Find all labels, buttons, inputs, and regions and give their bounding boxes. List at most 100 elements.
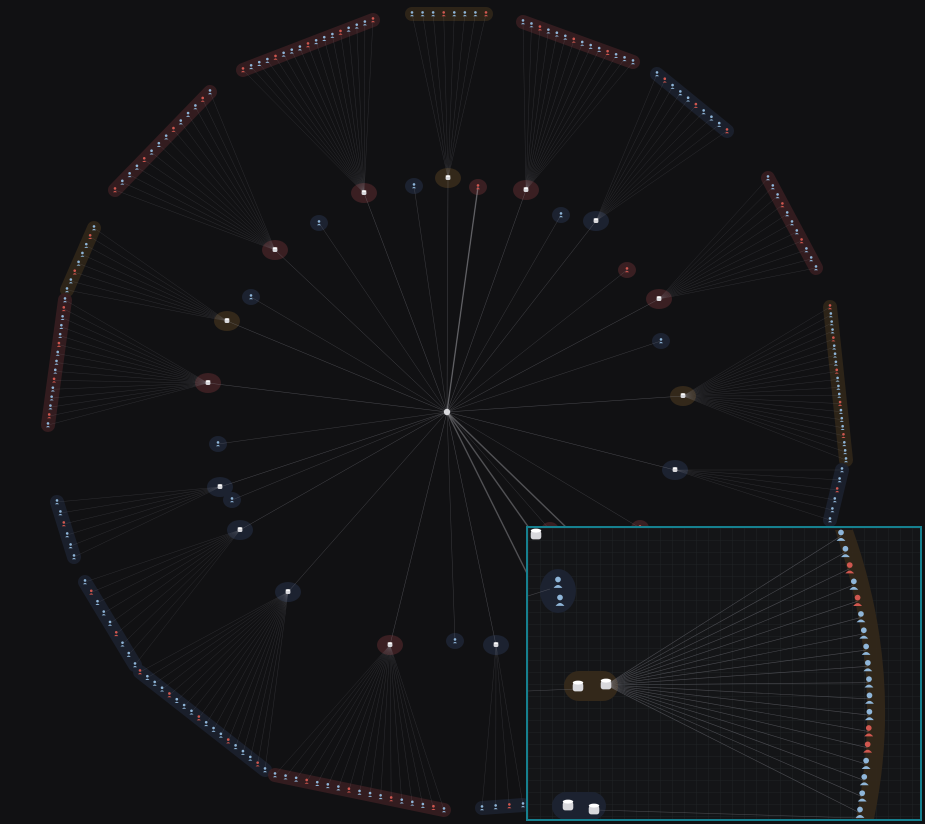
leaf-edge: [348, 644, 391, 791]
leaf-edge: [78, 263, 228, 322]
hub-edge: [446, 189, 527, 413]
database-icon[interactable]: [562, 799, 574, 811]
database-icon[interactable]: [523, 187, 529, 192]
leaf-edge: [51, 382, 209, 399]
leaf-group-band: [236, 12, 381, 77]
hub-edge: [446, 395, 684, 413]
leaf-edge: [682, 395, 845, 445]
leaf-group-band: [133, 664, 272, 778]
leaf-edge: [658, 204, 783, 300]
database-icon[interactable]: [588, 803, 600, 815]
leaf-edge: [447, 13, 455, 179]
hub-edge: [363, 192, 448, 413]
database-icon[interactable]: [656, 296, 662, 301]
leaf-edge: [191, 591, 289, 713]
hub-edge: [446, 214, 562, 413]
minimap-panel[interactable]: [526, 526, 922, 821]
hub-edge: [446, 298, 660, 413]
database-icon[interactable]: [224, 318, 230, 323]
leaf-edge: [682, 395, 841, 412]
database-icon[interactable]: [237, 527, 243, 532]
minimap-satellite-halo: [540, 569, 576, 613]
database-icon[interactable]: [272, 247, 278, 252]
leaf-edge: [525, 31, 549, 191]
leaf-edge: [658, 222, 793, 300]
leaf-edge: [317, 644, 391, 784]
hub-edge: [446, 411, 551, 531]
leaf-edge: [63, 308, 209, 384]
leaf-edge: [209, 91, 276, 251]
leaf-edge: [176, 591, 289, 701]
leaf-edge: [74, 272, 228, 322]
database-icon[interactable]: [680, 393, 686, 398]
leaf-edge: [522, 21, 527, 191]
leaf-edge: [158, 144, 276, 251]
leaf-edge: [363, 23, 366, 194]
leaf-edge: [674, 469, 835, 501]
leaf-edge: [144, 159, 276, 251]
server-icon[interactable]: [443, 408, 451, 416]
leaf-edge: [109, 529, 241, 624]
leaf-edge: [595, 80, 665, 222]
leaf-edge: [90, 236, 228, 322]
leaf-edge: [180, 122, 276, 251]
database-icon[interactable]: [672, 467, 678, 472]
leaf-edge: [682, 395, 846, 453]
leaf-edge: [103, 529, 241, 614]
minimap-canvas[interactable]: [528, 528, 920, 819]
hub-edge: [446, 269, 628, 413]
leaf-edge: [447, 13, 476, 179]
database-icon[interactable]: [205, 380, 211, 385]
database-icon[interactable]: [387, 642, 393, 647]
hub-edge: [226, 320, 448, 413]
leaf-edge: [228, 591, 289, 742]
leaf-edge: [674, 469, 838, 491]
leaf-edge: [658, 240, 802, 300]
leaf-edge: [595, 130, 728, 222]
leaf-edge: [332, 35, 365, 194]
database-icon[interactable]: [600, 678, 612, 690]
leaf-edge: [658, 186, 773, 300]
leaf-edge: [674, 469, 833, 511]
leaf-edge: [447, 13, 487, 179]
leaf-edge: [213, 591, 289, 730]
database-icon[interactable]: [493, 642, 499, 647]
leaf-group-band: [405, 7, 493, 21]
leaf-edge: [495, 644, 524, 806]
leaf-edge: [525, 37, 566, 191]
leaf-edge: [166, 137, 276, 251]
leaf-edge: [363, 19, 374, 194]
database-icon[interactable]: [593, 218, 599, 223]
leaf-edge: [525, 55, 617, 191]
hub-edge: [250, 296, 448, 413]
database-icon[interactable]: [530, 528, 542, 540]
leaf-edge: [682, 395, 847, 461]
leaf-group-band: [823, 462, 850, 527]
leaf-edge: [264, 591, 289, 771]
leaf-edge: [206, 591, 289, 724]
leaf-edge: [682, 355, 836, 397]
leaf-edge: [682, 339, 834, 397]
leaf-edge: [173, 129, 276, 251]
database-icon[interactable]: [217, 484, 223, 489]
leaf-edge: [202, 99, 276, 251]
leaf-edge: [595, 99, 689, 222]
leaf-edge: [114, 189, 276, 251]
hub-edge: [231, 411, 448, 501]
leaf-edge: [63, 486, 221, 525]
leaf-edge: [136, 167, 276, 251]
database-icon[interactable]: [445, 175, 451, 180]
leaf-edge: [525, 49, 600, 191]
database-icon[interactable]: [572, 680, 584, 692]
leaf-edge: [525, 34, 558, 191]
leaf-edge: [274, 644, 391, 776]
leaf-edge: [250, 66, 365, 194]
leaf-edge: [495, 644, 510, 807]
leaf-edge: [595, 86, 673, 222]
leaf-edge: [134, 529, 241, 666]
hub-edge: [446, 340, 662, 413]
leaf-edge: [235, 591, 289, 748]
database-icon[interactable]: [361, 190, 367, 195]
leaf-edge: [82, 254, 228, 322]
database-icon[interactable]: [285, 589, 291, 594]
